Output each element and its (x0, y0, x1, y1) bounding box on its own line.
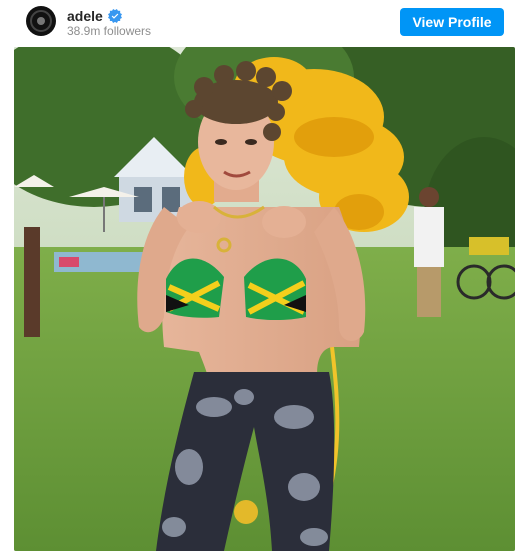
follower-count: 38.9m followers (67, 24, 152, 38)
avatar[interactable] (26, 6, 56, 36)
instagram-embed: adele 38.9m followers View Profile (0, 0, 531, 557)
avatar-ring (30, 10, 52, 32)
username[interactable]: adele (67, 8, 103, 24)
photo-illustration (14, 47, 515, 551)
post-header: adele 38.9m followers View Profile (0, 0, 531, 46)
avatar-dot (37, 17, 45, 25)
verified-badge-icon (107, 9, 122, 23)
username-row: adele (67, 7, 122, 25)
view-profile-button[interactable]: View Profile (400, 8, 504, 36)
post-photo[interactable] (14, 47, 515, 551)
